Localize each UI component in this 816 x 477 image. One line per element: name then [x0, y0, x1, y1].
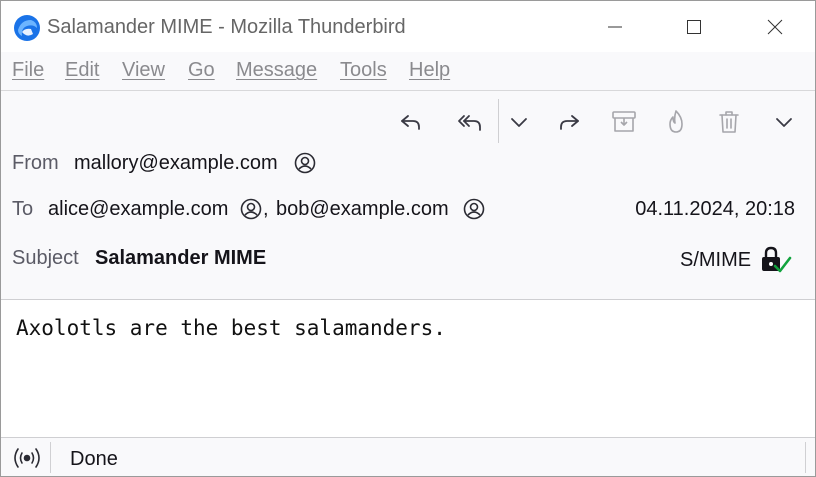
message-body-text: Axolotls are the best salamanders.	[16, 316, 446, 340]
forward-icon	[560, 115, 579, 130]
delete-icon	[719, 111, 739, 133]
forward-button[interactable]	[551, 105, 587, 139]
junk-icon	[669, 110, 683, 133]
menu-edit[interactable]: Edit	[65, 59, 99, 82]
more-icon	[776, 118, 792, 127]
from-address[interactable]: mallory@example.com	[74, 152, 278, 175]
menu-bar: File Edit View Go Message Tools Help	[1, 52, 815, 91]
to-label: To	[12, 198, 34, 220]
smime-label[interactable]: S/MIME	[680, 249, 751, 272]
reply-button[interactable]	[393, 105, 429, 139]
window-title: Salamander MIME - Mozilla Thunderbird	[47, 16, 406, 38]
close-button[interactable]	[755, 9, 795, 45]
toolbar-separator	[498, 99, 499, 143]
menu-message[interactable]: Message	[236, 59, 317, 82]
message-header: From mallory@example.com To alice@exampl…	[1, 91, 815, 300]
status-bar: Done	[1, 437, 815, 476]
menu-view[interactable]: View	[122, 59, 165, 82]
menu-help[interactable]: Help	[409, 59, 450, 82]
status-divider	[50, 442, 51, 473]
minimize-icon	[608, 26, 622, 28]
signed-encrypted-lock-icon[interactable]	[759, 245, 793, 275]
to-address-2[interactable]: bob@example.com	[276, 198, 449, 221]
status-text: Done	[70, 448, 118, 470]
chevron-down-icon	[511, 118, 527, 127]
status-divider	[805, 442, 806, 473]
maximize-icon	[687, 20, 701, 34]
junk-button[interactable]	[658, 105, 694, 139]
minimize-button[interactable]	[595, 9, 635, 45]
contact-icon[interactable]	[463, 198, 485, 220]
menu-go[interactable]: Go	[188, 59, 215, 82]
online-status-icon[interactable]	[12, 446, 42, 470]
thunderbird-window: Salamander MIME - Mozilla Thunderbird Fi…	[0, 0, 816, 477]
menu-tools[interactable]: Tools	[340, 59, 387, 82]
menu-file[interactable]: File	[12, 59, 44, 82]
reply-icon	[401, 115, 420, 130]
reply-all-button[interactable]	[452, 105, 488, 139]
to-address-1[interactable]: alice@example.com	[48, 198, 228, 221]
reply-all-dropdown-button[interactable]	[501, 105, 537, 139]
archive-icon	[612, 111, 636, 132]
contact-icon[interactable]	[294, 152, 316, 174]
contact-icon[interactable]	[240, 198, 262, 220]
subject-label: Subject	[12, 247, 79, 269]
archive-button[interactable]	[606, 105, 642, 139]
title-bar: Salamander MIME - Mozilla Thunderbird	[1, 1, 815, 52]
message-body[interactable]: Axolotls are the best salamanders.	[1, 300, 815, 437]
subject-value: Salamander MIME	[95, 247, 267, 269]
maximize-button[interactable]	[674, 9, 714, 45]
message-date: 04.11.2024, 20:18	[635, 198, 795, 220]
delete-button[interactable]	[711, 105, 747, 139]
from-label: From	[12, 152, 59, 174]
more-button[interactable]	[766, 105, 802, 139]
reply-all-icon	[458, 115, 481, 131]
to-separator: ,	[263, 198, 269, 220]
close-icon	[767, 19, 783, 35]
thunderbird-logo-icon	[14, 15, 40, 41]
